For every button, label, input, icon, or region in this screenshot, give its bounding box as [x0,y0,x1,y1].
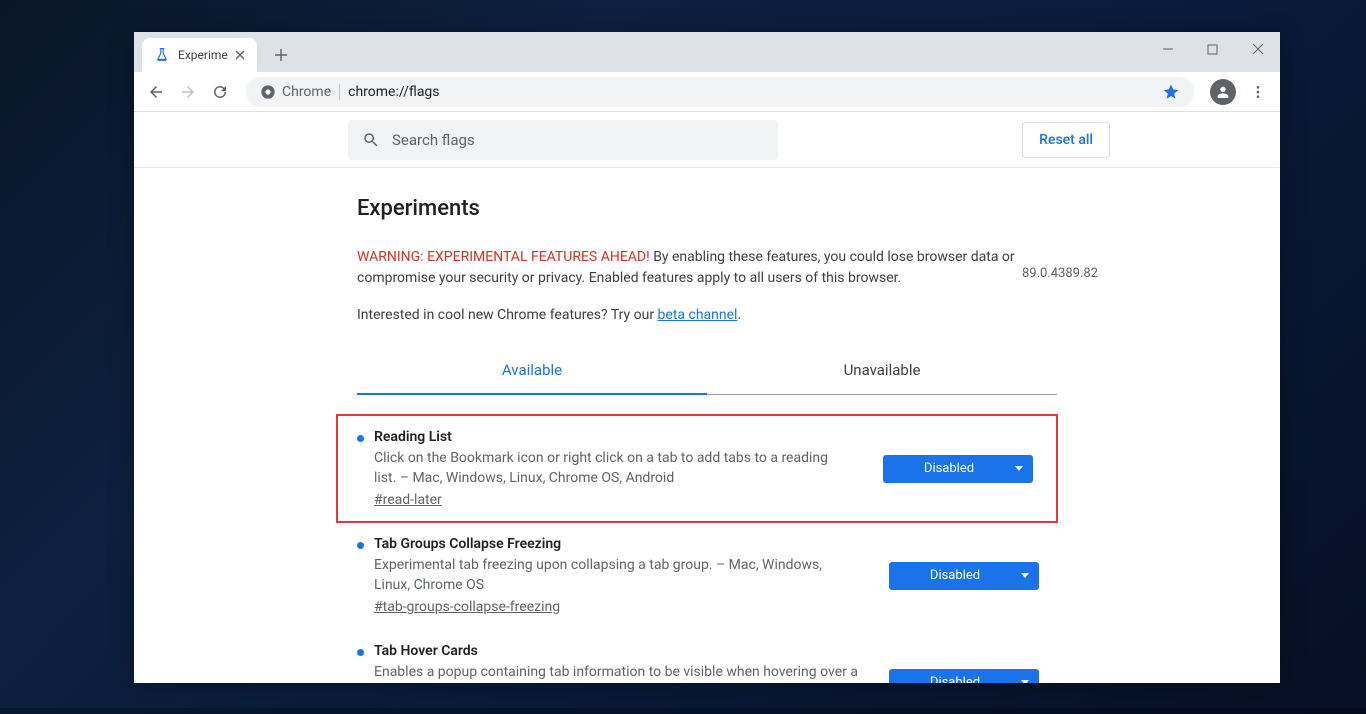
flags-page: Experiments WARNING: EXPERIMENTAL FEATUR… [357,168,1057,683]
modified-dot-icon [357,435,364,442]
chrome-icon [260,84,276,100]
window-controls [1145,32,1280,66]
flags-tabs: Available Unavailable [357,347,1057,395]
back-button[interactable] [142,78,170,106]
chrome-version: 89.0.4389.82 [1022,266,1098,281]
beta-text: Interested in cool new Chrome features? … [357,307,1057,323]
flag-info: Tab Groups Collapse Freezing Experimental… [374,536,889,615]
new-tab-button[interactable] [267,41,295,69]
window-maximize-button[interactable] [1190,32,1235,66]
browser-tab[interactable]: Experime [142,38,257,72]
modified-dot-icon [357,649,364,656]
flags-list: Reading List Click on the Bookmark icon o… [357,395,1057,683]
tab-unavailable[interactable]: Unavailable [707,347,1057,395]
browser-toolbar: Chrome chrome://flags [134,72,1280,112]
window-close-button[interactable] [1235,32,1280,66]
beta-channel-link[interactable]: beta channel [658,307,738,323]
address-bar[interactable]: Chrome chrome://flags [246,77,1194,107]
beta-suffix: . [737,307,741,323]
warning-bold: WARNING: EXPERIMENTAL FEATURES AHEAD! [357,249,650,265]
window-minimize-button[interactable] [1145,32,1190,66]
modified-dot-icon [357,542,364,549]
flag-state-select[interactable]: Disabled [889,669,1039,683]
tab-close-icon[interactable] [233,48,247,62]
flag-row: Tab Groups Collapse Freezing Experimental… [357,522,1057,629]
browser-window: Experime [134,32,1280,683]
flag-title: Tab Hover Cards [374,643,859,659]
content-area: Search flags Reset all 89.0.4389.82 Expe… [134,112,1280,683]
flag-description: Enables a popup containing tab informati… [374,663,859,683]
tab-title: Experime [178,48,229,62]
search-flags-input[interactable]: Search flags [348,120,778,160]
taskbar [0,708,1366,714]
flag-info: Tab Hover Cards Enables a popup containin… [374,643,889,683]
tab-available[interactable]: Available [357,347,707,395]
flag-hash-link[interactable]: #read-later [374,492,442,508]
beta-prefix: Interested in cool new Chrome features? … [357,307,658,323]
search-icon [362,131,380,149]
flag-row: Tab Hover Cards Enables a popup containin… [357,629,1057,683]
reload-button[interactable] [206,78,234,106]
warning-text: WARNING: EXPERIMENTAL FEATURES AHEAD! By… [357,247,1057,289]
flag-row: Reading List Click on the Bookmark icon o… [337,415,1057,522]
flag-title: Reading List [374,429,853,445]
flag-info: Reading List Click on the Bookmark icon o… [374,429,883,508]
flag-hash-link[interactable]: #tab-groups-collapse-freezing [374,599,560,615]
page-title: Experiments [357,196,1057,221]
flag-description: Experimental tab freezing upon collapsin… [374,556,859,595]
page-inner: 89.0.4389.82 Experiments WARNING: EXPERI… [134,168,1280,683]
flag-state-select[interactable]: Disabled [883,455,1033,483]
site-chip-label: Chrome [282,84,331,100]
menu-button[interactable] [1244,78,1272,106]
flag-state-select[interactable]: Disabled [889,562,1039,590]
site-chip: Chrome [260,84,340,100]
content-scroll[interactable]: Search flags Reset all 89.0.4389.82 Expe… [134,112,1280,683]
tab-strip: Experime [134,32,1280,72]
flag-description: Click on the Bookmark icon or right clic… [374,449,853,488]
profile-avatar[interactable] [1210,79,1236,105]
forward-button[interactable] [174,78,202,106]
flags-topbar: Search flags Reset all [134,112,1280,168]
flask-icon [154,47,170,63]
reset-all-label: Reset all [1039,132,1093,148]
flag-title: Tab Groups Collapse Freezing [374,536,859,552]
search-placeholder: Search flags [392,131,475,149]
bookmark-star-icon[interactable] [1162,83,1180,101]
url-text: chrome://flags [348,84,439,100]
reset-all-button[interactable]: Reset all [1022,122,1110,158]
